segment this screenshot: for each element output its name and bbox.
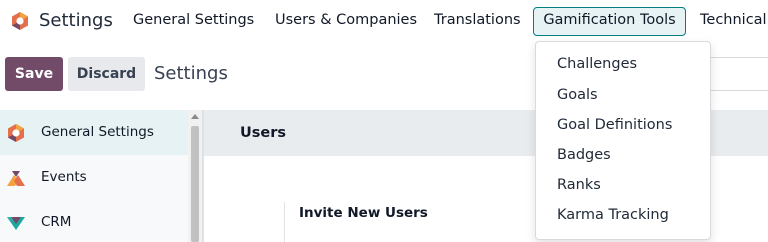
app-name[interactable]: Settings bbox=[39, 10, 113, 31]
sidebar-item-general-settings[interactable]: General Settings bbox=[0, 110, 188, 155]
save-button[interactable]: Save bbox=[5, 57, 63, 91]
dropdown-item-goal-definitions[interactable]: Goal Definitions bbox=[557, 117, 672, 133]
sidebar-item-label: CRM bbox=[41, 214, 72, 230]
menu-gamification-tools[interactable]: Gamification Tools bbox=[533, 7, 686, 36]
section-title: Users bbox=[240, 125, 287, 141]
settings-logo-icon[interactable] bbox=[10, 11, 30, 31]
setting-title: Invite New Users bbox=[299, 205, 428, 221]
settings-gear-icon bbox=[8, 124, 24, 142]
settings-sidebar: General Settings Events CRM bbox=[0, 110, 188, 242]
dropdown-item-goals[interactable]: Goals bbox=[557, 87, 598, 103]
dropdown-item-badges[interactable]: Badges bbox=[557, 147, 611, 163]
menu-users-companies[interactable]: Users & Companies bbox=[275, 12, 417, 28]
sidebar-item-label: Events bbox=[41, 169, 87, 185]
events-icon bbox=[7, 171, 25, 186]
sidebar-item-crm[interactable]: CRM bbox=[0, 200, 188, 242]
dropdown-item-karma-tracking[interactable]: Karma Tracking bbox=[557, 207, 669, 223]
breadcrumb: Settings bbox=[154, 63, 228, 84]
menu-translations[interactable]: Translations bbox=[434, 12, 521, 28]
crm-icon bbox=[7, 217, 25, 230]
menu-gamification-tools-label: Gamification Tools bbox=[543, 12, 676, 28]
gamification-dropdown-menu: Challenges Goals Goal Definitions Badges… bbox=[535, 41, 711, 240]
sidebar-item-events[interactable]: Events bbox=[0, 155, 188, 200]
dropdown-item-ranks[interactable]: Ranks bbox=[557, 177, 601, 193]
setting-divider bbox=[284, 202, 285, 242]
menu-technical[interactable]: Technical bbox=[700, 12, 767, 28]
top-navbar: Settings General Settings Users & Compan… bbox=[0, 0, 768, 42]
scrollbar-thumb[interactable] bbox=[191, 126, 199, 242]
discard-button[interactable]: Discard bbox=[68, 57, 145, 91]
menu-general-settings[interactable]: General Settings bbox=[133, 12, 254, 28]
sidebar-item-label: General Settings bbox=[41, 124, 154, 140]
dropdown-item-challenges[interactable]: Challenges bbox=[557, 56, 637, 72]
scroll-up-arrow-icon[interactable] bbox=[191, 114, 199, 119]
sidebar-scrollbar[interactable] bbox=[188, 110, 202, 242]
